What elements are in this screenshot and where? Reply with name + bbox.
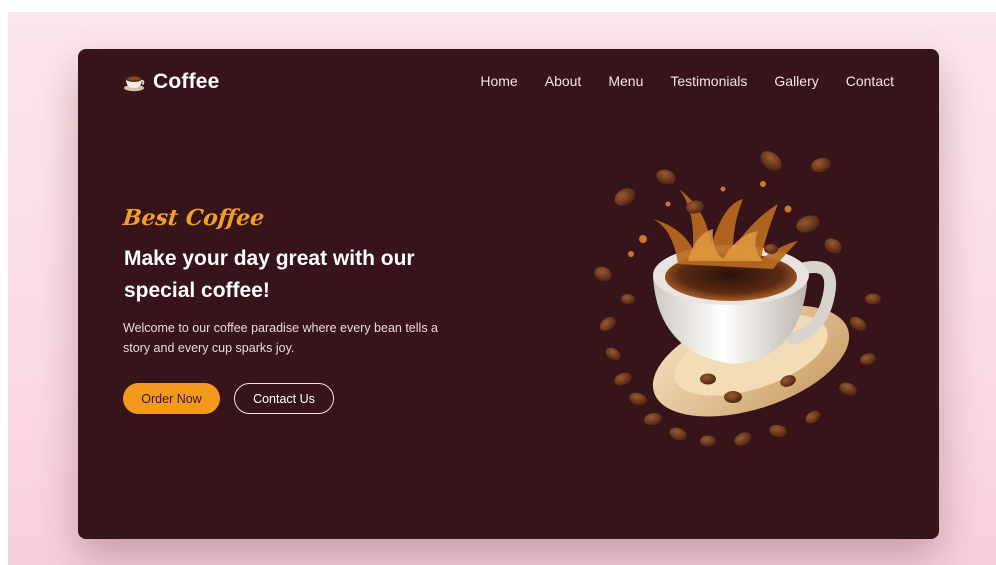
order-now-button[interactable]: Order Now xyxy=(123,383,220,414)
nav-menu[interactable]: Menu xyxy=(608,73,643,89)
nav-gallery[interactable]: Gallery xyxy=(774,73,818,89)
main-nav: Home About Menu Testimonials Gallery Con… xyxy=(453,73,894,89)
nav-testimonials[interactable]: Testimonials xyxy=(670,73,747,89)
coffee-splash-image xyxy=(594,151,881,447)
hero-card: Coffee Home About Menu Testimonials Gall… xyxy=(78,49,939,539)
nav-about[interactable]: About xyxy=(545,73,582,89)
contact-us-button[interactable]: Contact Us xyxy=(234,383,334,414)
hero-description: Welcome to our coffee paradise where eve… xyxy=(123,321,438,355)
coffee-cup-icon xyxy=(124,76,145,92)
brand-logo[interactable]: Coffee xyxy=(123,69,220,95)
nav-contact[interactable]: Contact xyxy=(846,73,894,89)
hero-tagline: Best Coffee xyxy=(121,205,266,231)
brand-name: Coffee xyxy=(153,70,220,93)
hero-headline: Make your day great with our special cof… xyxy=(124,247,415,302)
nav-home[interactable]: Home xyxy=(480,73,517,89)
